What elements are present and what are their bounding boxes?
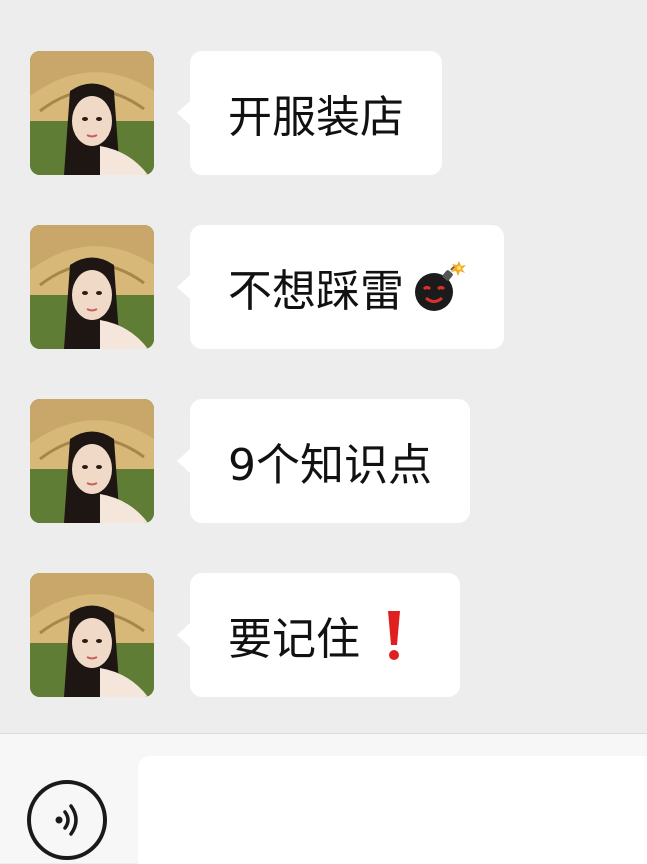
message-row: 开服装店 — [0, 51, 647, 175]
message-bubble[interactable]: 开服装店 — [177, 51, 442, 175]
message-bubble[interactable]: 9个知识点 — [177, 399, 470, 523]
message-input-bar — [0, 733, 647, 864]
sender-avatar[interactable] — [30, 573, 154, 697]
message-text: 开服装店 — [228, 92, 404, 143]
voice-waves-icon — [55, 804, 78, 836]
avatar-image — [30, 399, 154, 523]
avatar-image — [30, 51, 154, 175]
message-row: 9个知识点 — [0, 399, 647, 523]
avatar-image — [30, 225, 154, 349]
message-text-input[interactable] — [138, 756, 647, 864]
message-text: 不想踩雷 — [228, 266, 404, 317]
sender-avatar[interactable] — [30, 225, 154, 349]
message-text: 要记住 — [228, 614, 360, 665]
bomb-emoji-icon — [410, 259, 466, 315]
sender-avatar[interactable] — [30, 51, 154, 175]
sender-avatar[interactable] — [30, 399, 154, 523]
red-exclamation-emoji-icon — [366, 607, 422, 663]
message-row: 要记住 — [0, 573, 647, 697]
message-row: 不想踩雷 — [0, 225, 647, 349]
message-bubble[interactable]: 要记住 — [177, 573, 460, 697]
avatar-image — [30, 573, 154, 697]
message-bubble[interactable]: 不想踩雷 — [177, 225, 504, 349]
voice-input-button[interactable] — [27, 780, 107, 860]
message-text: 9个知识点 — [228, 440, 432, 491]
chat-message-area: 开服装店 不想踩雷 9个知识点 要记住 — [0, 0, 647, 733]
